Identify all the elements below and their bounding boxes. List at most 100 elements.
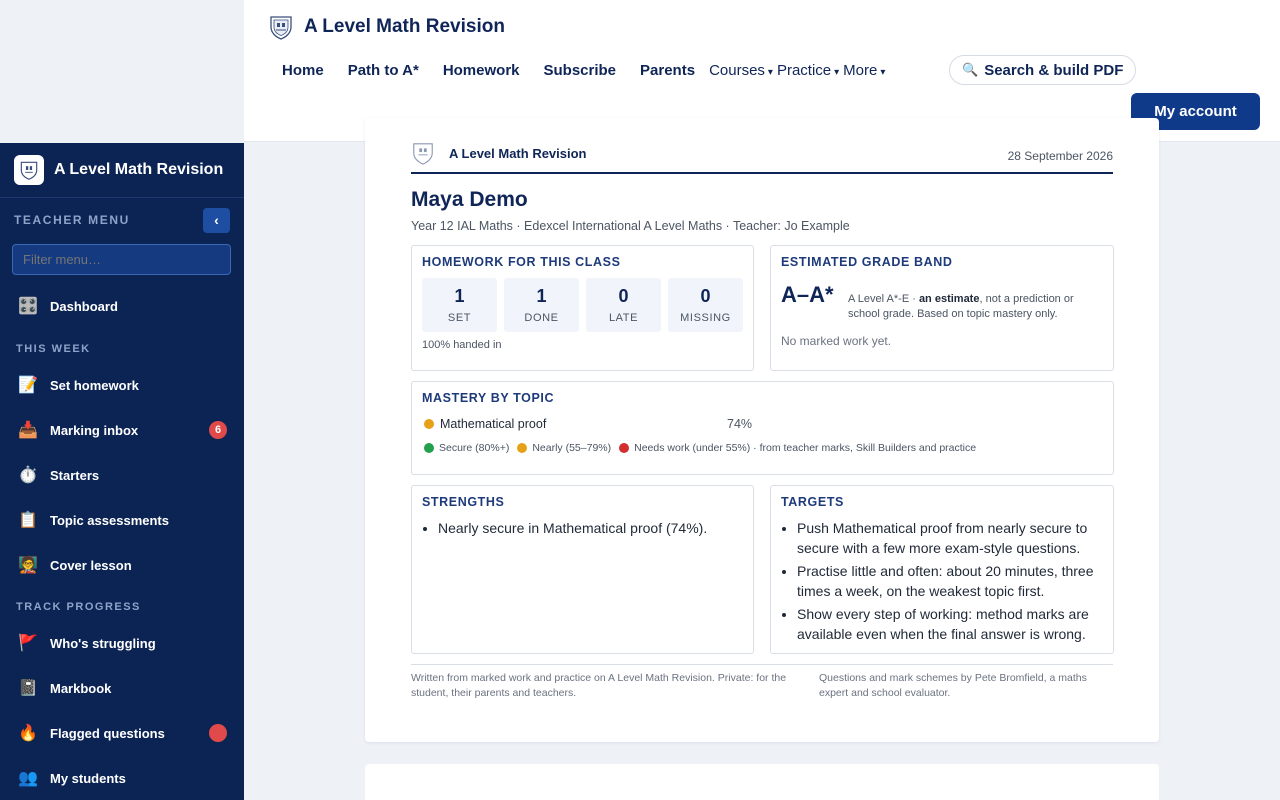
report-brand-name: A Level Math Revision: [449, 145, 587, 161]
grade-note-prefix: A Level A*-E ·: [848, 293, 919, 305]
teacher-menu-label: TEACHER MENU: [14, 213, 130, 227]
targets-panel-title: TARGETS: [781, 495, 844, 509]
main-nav: Home Path to A* Homework Subscribe Paren…: [282, 58, 889, 82]
sidebar-item-label: Flagged questions: [50, 725, 165, 741]
strengths-panel-title: STRENGTHS: [422, 495, 505, 509]
grade-band-value: A–A*: [781, 282, 834, 307]
nav-subscribe[interactable]: Subscribe: [544, 62, 617, 79]
report-footer-privacy: Written from marked work and practice on…: [411, 672, 787, 699]
fire-icon: 🔥: [18, 725, 38, 742]
targets-list: Push Mathematical proof from nearly secu…: [797, 519, 1102, 648]
report-date: 28 September 2026: [1007, 149, 1113, 163]
crest-logo-icon: [270, 16, 292, 40]
marking-count-badge: 6: [209, 421, 227, 439]
stat-late: 0 LATE: [586, 278, 661, 332]
nav-path-to-a-star[interactable]: Path to A*: [348, 62, 419, 79]
nav-parents[interactable]: Parents: [640, 62, 695, 79]
sidebar-item-cover-lesson[interactable]: 🧑‍🏫 Cover lesson: [0, 545, 244, 585]
nav-homework[interactable]: Homework: [443, 62, 520, 79]
list-item: Show every step of working: method marks…: [797, 605, 1102, 644]
grade-note-emphasis: an estimate: [918, 293, 980, 305]
secure-dot-icon: [424, 443, 434, 453]
stat-value: 0: [618, 286, 629, 306]
sidebar-title: A Level Math Revision: [54, 161, 224, 178]
menu-label-row: TEACHER MENU ‹: [0, 198, 244, 242]
stat-value: 1: [454, 286, 465, 306]
stat-missing: 0 MISSING: [668, 278, 743, 332]
handed-in-rate: 100% handed in: [422, 339, 502, 351]
chevron-left-icon: ‹: [214, 212, 219, 228]
chevron-down-icon: ▾: [767, 66, 773, 78]
needs-work-dot-icon: [619, 443, 630, 453]
mastery-panel: MASTERY BY TOPIC Mathematical proof 74% …: [411, 381, 1114, 475]
search-build-pdf-label: Search & build PDF: [984, 61, 1124, 79]
mastery-panel-title: MASTERY BY TOPIC: [422, 391, 555, 405]
sidebar-item-dashboard[interactable]: 🎛️ Dashboard: [0, 286, 244, 326]
student-class-details: Year 12 IAL Maths · Edexcel Internationa…: [411, 219, 850, 233]
red-flag-icon: 🚩: [18, 635, 38, 652]
grade-band-panel: ESTIMATED GRADE BAND A–A* A Level A*-E ·…: [770, 245, 1114, 371]
nearly-dot-icon: [517, 443, 528, 453]
student-report-card: A Level Math Revision 28 September 2026 …: [365, 118, 1159, 742]
strengths-list: Nearly secure in Mathematical proof (74%…: [438, 519, 738, 543]
report-header: A Level Math Revision 28 September 2026: [411, 134, 1113, 174]
stat-set: 1 SET: [422, 278, 497, 332]
site-brand[interactable]: A Level Math Revision: [268, 14, 505, 40]
search-icon: 🔍: [962, 62, 979, 77]
sidebar-item-label: Cover lesson: [50, 557, 132, 573]
no-marked-work-note: No marked work yet.: [781, 334, 892, 348]
mastery-legend: Secure (80%+) Nearly (55–79%) Needs work…: [424, 442, 976, 454]
homework-panel: HOMEWORK FOR THIS CLASS 1 SET 1 DONE 0 L…: [411, 245, 754, 371]
targets-panel: TARGETS Push Mathematical proof from nea…: [770, 485, 1114, 654]
collapse-sidebar-button[interactable]: ‹: [203, 207, 230, 233]
sidebar-item-label: My students: [50, 770, 126, 786]
stat-label: SET: [447, 312, 472, 324]
sidebar-item-my-students[interactable]: 👥 My students: [0, 758, 244, 798]
teacher-sidebar: A Level Math Revision TEACHER MENU ‹ 🎛️ …: [0, 143, 244, 800]
homework-panel-title: HOMEWORK FOR THIS CLASS: [422, 255, 621, 269]
site-title: A Level Math Revision: [304, 16, 505, 37]
search-build-pdf-button[interactable]: 🔍 Search & build PDF: [949, 55, 1137, 85]
teacher-icon: 🧑‍🏫: [18, 557, 38, 574]
list-item: Push Mathematical proof from nearly secu…: [797, 519, 1102, 558]
nav-more-dropdown[interactable]: More ▾: [843, 62, 885, 79]
stat-value: 1: [536, 286, 547, 306]
nav-home[interactable]: Home: [282, 62, 324, 79]
grade-band-note: A Level A*-E · an estimate, not a predic…: [848, 292, 1098, 322]
sidebar-item-flagged-questions[interactable]: 🔥 Flagged questions: [0, 713, 244, 753]
legend-nearly: Nearly (55–79%): [532, 442, 612, 454]
notebook-icon: 📓: [18, 680, 38, 697]
filter-menu-input[interactable]: [12, 244, 231, 275]
stat-value: 0: [700, 286, 711, 306]
sidebar-item-topic-assessments[interactable]: 📋 Topic assessments: [0, 500, 244, 540]
flagged-indicator-badge: [209, 724, 227, 742]
sidebar-item-label: Marking inbox: [50, 422, 139, 438]
sidebar-item-starters[interactable]: ⏱️ Starters: [0, 455, 244, 495]
sidebar-item-label: Set homework: [50, 377, 139, 393]
dashboard-icon: 🎛️: [18, 298, 38, 315]
report-brand: A Level Math Revision: [411, 140, 587, 166]
sidebar-item-whos-struggling[interactable]: 🚩 Who's struggling: [0, 623, 244, 663]
sidebar-item-markbook[interactable]: 📓 Markbook: [0, 668, 244, 708]
sidebar-item-label: Topic assessments: [50, 512, 169, 528]
sidebar-item-label: Who's struggling: [50, 635, 156, 651]
stat-label: LATE: [608, 312, 639, 324]
section-this-week: THIS WEEK: [16, 343, 91, 355]
nav-practice-dropdown[interactable]: Practice ▾: [777, 62, 839, 79]
nav-more-label: More: [843, 61, 878, 79]
grade-panel-title: ESTIMATED GRADE BAND: [781, 255, 953, 269]
people-icon: 👥: [18, 770, 38, 787]
memo-icon: 📝: [18, 377, 38, 394]
student-name: Maya Demo: [411, 188, 528, 211]
crest-logo-icon: [14, 155, 44, 185]
sidebar-item-label: Markbook: [50, 680, 112, 696]
sidebar-item-marking-inbox[interactable]: 📥 Marking inbox 6: [0, 410, 244, 450]
sidebar-item-set-homework[interactable]: 📝 Set homework: [0, 365, 244, 405]
sidebar-item-label: Dashboard: [50, 298, 118, 314]
stat-label: MISSING: [680, 312, 731, 324]
legend-needs-work: Needs work (under 55%) · from teacher ma…: [634, 442, 977, 454]
stat-label: DONE: [524, 312, 559, 324]
nav-courses-dropdown[interactable]: Courses ▾: [709, 62, 773, 79]
nav-practice-label: Practice: [776, 61, 832, 79]
sidebar-header: A Level Math Revision: [0, 143, 244, 198]
